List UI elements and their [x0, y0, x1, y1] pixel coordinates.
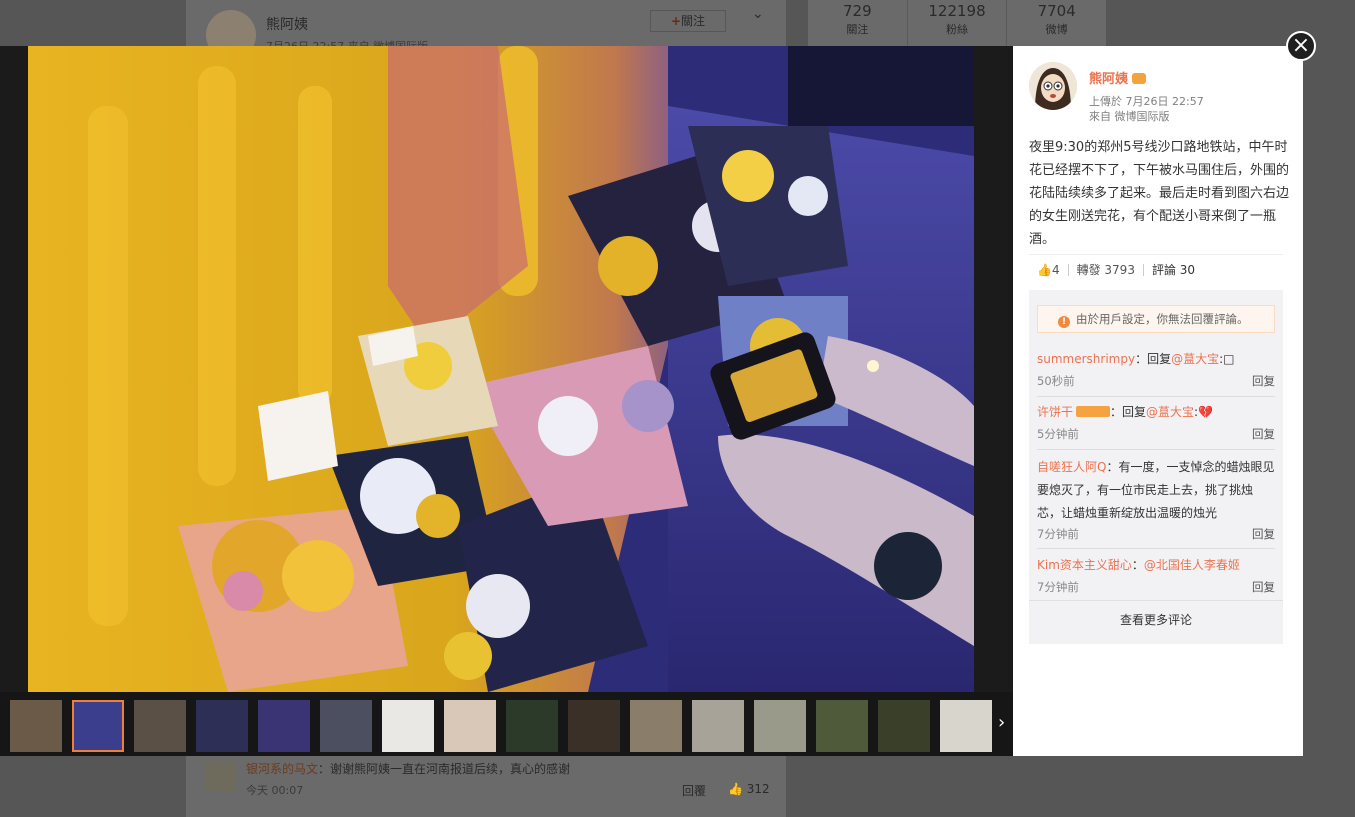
author-name-text: 熊阿姨 — [1089, 72, 1129, 87]
comment-item: Kim资本主义甜心：@北国佳人李春姬 7分钟前 回复 — [1037, 556, 1275, 598]
comment-user[interactable]: 自嗟狂人阿Q — [1037, 460, 1106, 474]
comment-time: 50秒前 — [1037, 374, 1075, 388]
stat-following[interactable]: 729 關注 — [808, 0, 908, 46]
post-actions: 👍4 轉發 3793 評論 30 — [1029, 254, 1283, 285]
comment-list: ! 由於用戶設定，你無法回覆評論。 summershrimpy：回复@蒀大宝:□ … — [1029, 290, 1283, 644]
comment-item: 自嗟狂人阿Q：有一度，一支悼念的蜡烛眼见要熄灭了，有一位市民走上去，挑了挑烛芯，… — [1037, 456, 1275, 549]
comment-item: 许饼干 ：回复@蒀大宝:💔 5分钟前 回复 — [1037, 403, 1275, 450]
post-detail-panel: 熊阿姨 上傳於 7月26日 22:57 來自 微博国际版 夜里9:30的郑州5号… — [1013, 46, 1303, 756]
thumbs-up-icon: 👍 — [1037, 263, 1052, 277]
thumbnail[interactable] — [940, 700, 992, 752]
comment-mention[interactable]: @蒀大宝 — [1171, 352, 1219, 366]
comment-item: summershrimpy：回复@蒀大宝:□ 50秒前 回复 — [1037, 350, 1275, 397]
comment-reply-button[interactable]: 回复 — [1252, 372, 1275, 390]
thumbnail[interactable] — [692, 700, 744, 752]
profile-stats: 729 關注 122198 粉絲 7704 微博 — [808, 0, 1106, 46]
comment-mention[interactable]: @蒀大宝 — [1146, 405, 1194, 419]
comment-reply-button[interactable]: 回复 — [1252, 425, 1275, 443]
comment-reply-button[interactable]: 回复 — [1252, 525, 1275, 543]
reply-disabled-notice: ! 由於用戶設定，你無法回覆評論。 — [1037, 305, 1275, 333]
comment-user[interactable]: Kim资本主义甜心 — [1037, 558, 1132, 572]
follow-label: 關注 — [681, 14, 706, 28]
thumbnail[interactable] — [816, 700, 868, 752]
post-text: 夜里9:30的郑州5号线沙口路地铁站，中午时花已经摆不下了，下午被水马围住后，外… — [1029, 140, 1290, 247]
stat-posts-label: 微博 — [1045, 23, 1068, 36]
stat-fans-label: 粉絲 — [946, 23, 968, 36]
thumbnail[interactable] — [10, 700, 62, 752]
view-more-comments-link[interactable]: 查看更多评论 — [1029, 600, 1283, 628]
thumbnail[interactable] — [878, 700, 930, 752]
verified-badge-icon — [1132, 73, 1147, 84]
stat-following-value: 729 — [843, 2, 872, 20]
main-photo[interactable] — [28, 46, 974, 692]
post-source: 來自 微博国际版 — [1089, 110, 1170, 123]
stat-following-label: 關注 — [846, 23, 869, 36]
image-viewer: › — [0, 46, 1013, 756]
comment-reply-button[interactable]: 回复 — [1252, 578, 1275, 596]
thumbnail[interactable] — [754, 700, 806, 752]
thumbnail[interactable] — [444, 700, 496, 752]
repost-button[interactable]: 轉發 3793 — [1069, 264, 1144, 276]
comment-time: 今天 00:07 — [246, 784, 304, 797]
stat-fans-value: 122198 — [928, 2, 986, 20]
stat-fans[interactable]: 122198 粉絲 — [908, 0, 1008, 46]
comment-mention[interactable]: @北国佳人李春姬 — [1144, 558, 1240, 572]
comment-prefix: ：回复 — [1110, 405, 1147, 419]
thumbnail[interactable] — [382, 700, 434, 752]
post-meta: 上傳於 7月26日 22:57 來自 微博国际版 — [1089, 94, 1204, 124]
chevron-down-icon[interactable]: ⌄ — [752, 6, 764, 22]
thumbnail[interactable] — [196, 700, 248, 752]
background-author-name[interactable]: 熊阿姨 — [266, 14, 308, 34]
comment-text: ：谢谢熊阿姨一直在河南报道后续，真心的感谢 — [318, 762, 571, 776]
like-count: 4 — [1051, 263, 1060, 277]
comment-time: 5分钟前 — [1037, 427, 1079, 441]
upload-time: 上傳於 7月26日 22:57 — [1089, 95, 1204, 108]
next-arrow-icon[interactable]: › — [998, 712, 1005, 733]
comment-time: 7分钟前 — [1037, 580, 1079, 594]
comment-user[interactable]: 许饼干 — [1037, 405, 1073, 419]
comment-avatar[interactable] — [206, 762, 236, 792]
stat-posts-value: 7704 — [1037, 2, 1076, 20]
thumbnail-strip: › — [0, 692, 1013, 756]
comment-user[interactable]: 银河系的马文 — [246, 760, 318, 777]
author-name[interactable]: 熊阿姨 — [1089, 68, 1147, 87]
comment-time: 7分钟前 — [1037, 527, 1079, 541]
notice-text: 由於用戶設定，你無法回覆評論。 — [1076, 312, 1249, 326]
follow-button[interactable]: +關注 — [650, 10, 726, 32]
stat-posts[interactable]: 7704 微博 — [1007, 0, 1106, 46]
close-button[interactable]: × — [1286, 31, 1316, 61]
like-button[interactable]: 👍4 — [1029, 264, 1069, 276]
thumbnail[interactable] — [630, 700, 682, 752]
thumbnail[interactable] — [506, 700, 558, 752]
thumbnail[interactable] — [72, 700, 124, 752]
member-badge-icon — [1076, 406, 1111, 417]
plus-icon: + — [670, 14, 682, 28]
comment-user[interactable]: summershrimpy — [1037, 352, 1135, 366]
comment-suffix: :□ — [1219, 352, 1235, 366]
comment-reply-button[interactable]: 回覆 — [682, 782, 706, 799]
alert-icon: ! — [1058, 316, 1070, 328]
comment-tab[interactable]: 評論 30 — [1144, 264, 1203, 276]
comment-like-button[interactable]: 👍 312 — [728, 782, 770, 796]
author-avatar[interactable] — [1029, 62, 1077, 110]
thumbnail[interactable] — [258, 700, 310, 752]
thumbs-up-icon: 👍 — [728, 782, 743, 796]
comment-like-count: 312 — [746, 782, 770, 796]
comment-suffix: :💔 — [1194, 405, 1214, 419]
comment-prefix: ： — [1131, 558, 1144, 572]
thumbnail[interactable] — [568, 700, 620, 752]
thumbnail[interactable] — [320, 700, 372, 752]
thumbnail[interactable] — [134, 700, 186, 752]
comment-prefix: ：回复 — [1135, 352, 1172, 366]
